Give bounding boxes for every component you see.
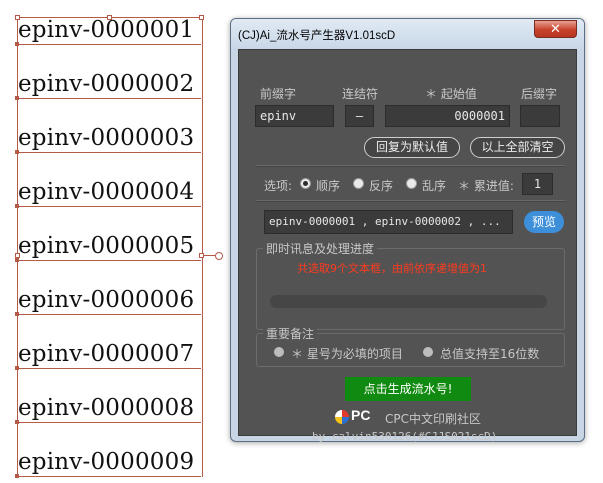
anchor-point bbox=[15, 312, 19, 316]
prefix-field[interactable]: epinv bbox=[255, 105, 334, 127]
close-button[interactable]: ✕ bbox=[534, 20, 577, 38]
rotate-stem bbox=[203, 255, 215, 256]
anchor-point bbox=[15, 42, 19, 46]
text-frame[interactable]: epinv-0000004 bbox=[18, 180, 194, 204]
order-reverse-label[interactable]: 反序 bbox=[369, 177, 393, 194]
order-reverse-radio[interactable] bbox=[353, 178, 364, 189]
text-frame[interactable]: epinv-0000006 bbox=[18, 288, 194, 312]
order-sequential-label[interactable]: 顺序 bbox=[316, 177, 340, 194]
note-required-fields: ＊ 星号为必填的项目 bbox=[291, 347, 403, 361]
clear-all-button[interactable]: 以上全部清空 bbox=[470, 137, 565, 158]
order-random-radio[interactable] bbox=[406, 178, 417, 189]
progress-bar bbox=[270, 295, 547, 308]
resize-handle-top-right[interactable] bbox=[199, 15, 204, 20]
increment-field[interactable]: 1 bbox=[522, 173, 553, 195]
progress-group-title: 即时讯息及处理进度 bbox=[263, 240, 378, 257]
text-frame-baseline bbox=[17, 476, 201, 477]
text-frame-baseline bbox=[17, 314, 201, 315]
author-credit: by calvin530126(#CJJS021scD) bbox=[312, 430, 498, 443]
start-value-label: ＊ 起始值 bbox=[425, 87, 477, 101]
text-frame-baseline bbox=[17, 260, 201, 261]
text-frame-baseline bbox=[17, 44, 201, 45]
text-frame[interactable]: epinv-0000001 bbox=[18, 18, 194, 42]
suffix-field[interactable] bbox=[520, 105, 560, 127]
status-message: 共选取9个文本框，由前依序递增值为1 bbox=[297, 262, 487, 275]
text-frame-baseline bbox=[17, 98, 201, 99]
connector-field[interactable]: – bbox=[345, 105, 374, 127]
text-frame[interactable]: epinv-0000008 bbox=[18, 396, 194, 420]
text-frame-baseline bbox=[17, 206, 201, 207]
anchor-point bbox=[15, 420, 19, 424]
generate-serial-button[interactable]: 点击生成流水号! bbox=[345, 377, 471, 401]
order-sequential-radio[interactable] bbox=[300, 178, 311, 189]
order-random-label[interactable]: 乱序 bbox=[422, 177, 446, 194]
text-frame-baseline bbox=[17, 368, 201, 369]
anchor-point bbox=[15, 96, 19, 100]
window-title: (CJ)Ai_流水号产生器V1.01scD bbox=[238, 30, 396, 42]
options-label: 选项: bbox=[264, 179, 293, 193]
rotate-handle[interactable] bbox=[215, 252, 223, 260]
dialog-panel: 前缀字 连结符 ＊ 起始值 后缀字 epinv – 0000001 回复为默认值… bbox=[238, 49, 577, 443]
bullet-icon bbox=[423, 347, 433, 357]
reset-defaults-button[interactable]: 回复为默认值 bbox=[364, 137, 460, 158]
cpc-logo-text: PC bbox=[351, 407, 371, 423]
notes-group: 重要备注 ＊ 星号为必填的项目 总值支持至16位数 bbox=[256, 325, 565, 367]
text-frame[interactable]: epinv-0000002 bbox=[18, 72, 194, 96]
title-bar[interactable]: (CJ)Ai_流水号产生器V1.01scD ✕ bbox=[231, 19, 584, 49]
community-name: CPC中文印刷社区 bbox=[385, 412, 481, 426]
increment-label: ＊ 累进值: bbox=[458, 179, 514, 193]
preview-field[interactable]: epinv-0000001 , epinv-0000002 , ... bbox=[264, 210, 513, 234]
text-frame[interactable]: epinv-0000009 bbox=[18, 450, 194, 474]
text-frame-baseline bbox=[17, 422, 201, 423]
cpc-logo-icon: PC bbox=[334, 407, 376, 425]
anchor-point bbox=[15, 150, 19, 154]
notes-group-title: 重要备注 bbox=[263, 325, 318, 342]
anchor-point bbox=[15, 474, 19, 478]
text-frame-baseline bbox=[17, 152, 201, 153]
text-frame[interactable]: epinv-0000007 bbox=[18, 342, 194, 366]
divider bbox=[256, 200, 565, 202]
bullet-icon bbox=[274, 347, 284, 357]
prefix-label: 前缀字 bbox=[260, 87, 297, 101]
progress-group: 即时讯息及处理进度 共选取9个文本框，由前依序递增值为1 bbox=[256, 240, 565, 330]
preview-button[interactable]: 预览 bbox=[524, 211, 564, 233]
anchor-point bbox=[15, 366, 19, 370]
anchor-point bbox=[15, 204, 19, 208]
connector-label: 连结符 bbox=[342, 87, 379, 101]
text-frame[interactable]: epinv-0000003 bbox=[18, 126, 194, 150]
anchor-point bbox=[15, 258, 19, 262]
divider bbox=[256, 165, 565, 167]
start-value-field[interactable]: 0000001 bbox=[385, 105, 510, 127]
note-max-digits: 总值支持至16位数 bbox=[440, 347, 540, 361]
text-frame[interactable]: epinv-0000005 bbox=[18, 234, 194, 258]
artboard-canvas: epinv-0000001 epinv-0000002 epinv-000000… bbox=[0, 0, 230, 483]
suffix-label: 后缀字 bbox=[521, 87, 558, 101]
serial-number-generator-window: (CJ)Ai_流水号产生器V1.01scD ✕ 前缀字 连结符 ＊ 起始值 后缀… bbox=[230, 18, 585, 443]
